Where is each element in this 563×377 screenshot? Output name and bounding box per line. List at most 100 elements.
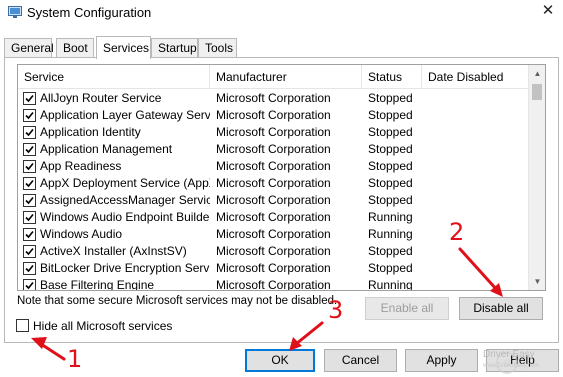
watermark-subtext: www.DriverEasy.com [483,363,540,369]
annotation-number-3: 3 [328,296,344,324]
table-row[interactable]: App Readiness Microsoft Corporation Stoppe… [18,158,528,175]
column-header-status[interactable]: Status [362,65,422,89]
service-name-cell: Application Management [40,142,173,156]
service-checkbox[interactable] [23,143,36,156]
checkmark-icon [25,162,34,171]
manufacturer-cell: Microsoft Corporation [216,176,331,190]
checkmark-icon [25,230,34,239]
manufacturer-cell: Microsoft Corporation [216,159,331,173]
service-name-cell: Windows Audio [40,227,123,241]
status-cell: Stopped [368,176,413,190]
table-row[interactable]: Application Identity Microsoft Corporatio… [18,124,528,141]
service-checkbox[interactable] [23,262,36,275]
checkmark-icon [25,196,34,205]
tab-boot[interactable]: Boot [56,38,94,58]
close-icon[interactable]: ✕ [539,1,557,21]
checkmark-icon [25,179,34,188]
status-cell: Running [368,210,413,224]
service-checkbox[interactable] [23,109,36,122]
tab-general[interactable]: General [4,38,54,58]
service-name-cell: Application Layer Gateway Service [40,108,210,122]
title-bar: System Configuration ✕ [0,0,563,26]
service-name-cell: AppX Deployment Service (AppX… [40,176,210,190]
arrow-1 [39,342,66,361]
scroll-up-icon[interactable]: ▲ [529,65,545,82]
manufacturer-cell: Microsoft Corporation [216,91,331,105]
service-name-cell: AllJoyn Router Service [40,91,162,105]
table-row[interactable]: AssignedAccessManager Service Microsoft C… [18,192,528,209]
checkmark-icon [25,128,34,137]
service-checkbox[interactable] [23,126,36,139]
tab-services[interactable]: Services [96,36,151,59]
table-row[interactable]: AllJoyn Router Service Microsoft Corporat… [18,90,528,107]
status-cell: Running [368,278,413,291]
vertical-scrollbar[interactable]: ▲ ▼ [528,65,545,290]
scrollbar-thumb[interactable] [532,84,542,100]
service-checkbox[interactable] [23,92,36,105]
manufacturer-cell: Microsoft Corporation [216,261,331,275]
list-header: Service Manufacturer Status Date Disable… [18,65,528,89]
service-checkbox[interactable] [23,228,36,241]
service-checkbox[interactable] [23,160,36,173]
window-title: System Configuration [27,5,152,20]
table-row[interactable]: BitLocker Drive Encryption Service Micros… [18,260,528,277]
service-name-cell: App Readiness [40,159,122,173]
checkmark-icon [25,281,34,290]
status-cell: Stopped [368,91,413,105]
scroll-down-icon[interactable]: ▼ [529,273,545,290]
ok-button[interactable]: OK [245,349,315,372]
status-cell: Stopped [368,142,413,156]
status-cell: Stopped [368,193,413,207]
cancel-button[interactable]: Cancel [324,349,397,372]
status-cell: Stopped [368,244,413,258]
checkmark-icon [25,111,34,120]
annotation-number-2: 2 [449,218,465,246]
service-checkbox[interactable] [23,194,36,207]
manufacturer-cell: Microsoft Corporation [216,210,331,224]
hide-microsoft-services-label[interactable]: Hide all Microsoft services [33,319,172,333]
status-cell: Stopped [368,125,413,139]
service-checkbox[interactable] [23,279,36,290]
service-checkbox[interactable] [23,211,36,224]
manufacturer-cell: Microsoft Corporation [216,227,331,241]
hide-microsoft-services-checkbox[interactable] [16,319,29,332]
status-cell: Stopped [368,159,413,173]
service-name-cell: ActiveX Installer (AxInstSV) [40,244,187,258]
watermark-text: Driver Easy [483,349,535,360]
checkmark-icon [25,264,34,273]
checkmark-icon [25,94,34,103]
disable-all-button[interactable]: Disable all [459,297,543,320]
table-row[interactable]: Base Filtering Engine Microsoft Corporati… [18,277,528,291]
checkmark-icon [25,213,34,222]
services-list[interactable]: Service Manufacturer Status Date Disable… [17,64,546,291]
manufacturer-cell: Microsoft Corporation [216,108,331,122]
service-checkbox[interactable] [23,177,36,190]
manufacturer-cell: Microsoft Corporation [216,125,331,139]
column-header-manufacturer[interactable]: Manufacturer [210,65,362,89]
system-configuration-icon [8,6,22,18]
column-header-service[interactable]: Service [18,65,210,89]
table-row[interactable]: Application Management Microsoft Corporat… [18,141,528,158]
tab-tools[interactable]: Tools [198,38,237,58]
service-name-cell: Windows Audio Endpoint Builder [40,210,210,224]
service-name-cell: AssignedAccessManager Service [40,193,210,207]
service-name-cell: Application Identity [40,125,141,139]
checkmark-icon [25,247,34,256]
status-cell: Stopped [368,261,413,275]
enable-all-button[interactable]: Enable all [365,297,449,320]
manufacturer-cell: Microsoft Corporation [216,142,331,156]
manufacturer-cell: Microsoft Corporation [216,244,331,258]
service-checkbox[interactable] [23,245,36,258]
service-name-cell: BitLocker Drive Encryption Service [40,261,210,275]
manufacturer-cell: Microsoft Corporation [216,193,331,207]
tab-startup[interactable]: Startup [151,38,198,58]
table-row[interactable]: Application Layer Gateway Service Microso… [18,107,528,124]
annotation-number-1: 1 [67,345,83,373]
checkmark-icon [25,145,34,154]
service-name-cell: Base Filtering Engine [40,278,155,291]
status-cell: Running [368,227,413,241]
manufacturer-cell: Microsoft Corporation [216,278,331,291]
column-header-date-disabled[interactable]: Date Disabled [422,65,528,89]
status-cell: Stopped [368,108,413,122]
table-row[interactable]: AppX Deployment Service (AppX… Microsoft … [18,175,528,192]
